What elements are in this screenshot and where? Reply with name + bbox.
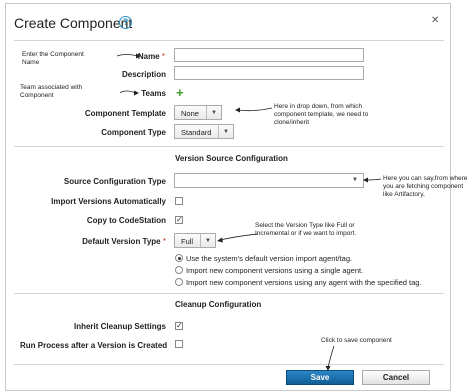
arrowhead bbox=[136, 53, 141, 59]
annotation-arrows bbox=[116, 53, 382, 371]
arrow-to-template bbox=[237, 107, 273, 112]
arrow-to-save bbox=[327, 345, 335, 369]
arrowhead bbox=[325, 366, 331, 371]
arrowhead bbox=[235, 107, 240, 113]
arrow-to-name bbox=[116, 54, 139, 57]
arrow-to-version-type bbox=[219, 233, 259, 241]
arrowhead bbox=[363, 177, 368, 183]
arrow-to-source bbox=[365, 178, 382, 181]
arrowhead bbox=[134, 90, 139, 96]
arrow-to-teams bbox=[119, 90, 137, 94]
arrowhead bbox=[217, 237, 223, 243]
